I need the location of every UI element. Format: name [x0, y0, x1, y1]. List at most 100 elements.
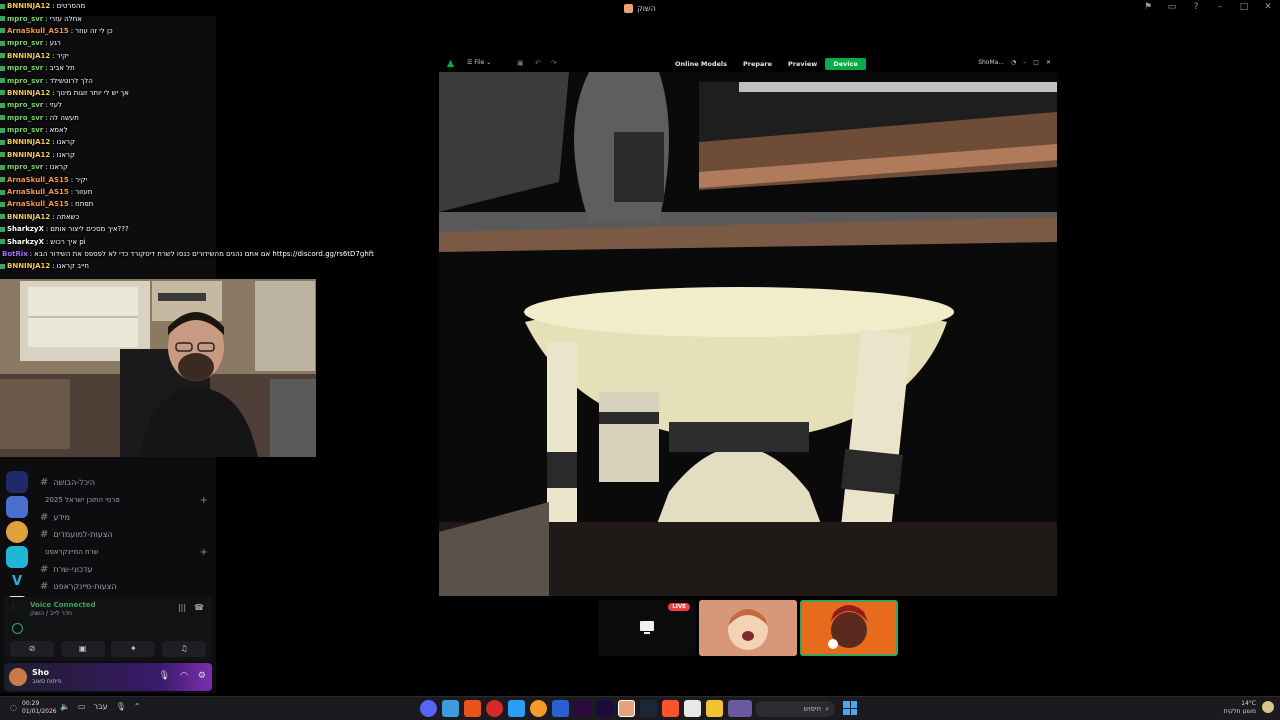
weather-widget[interactable]: 14°C מעונן חלקית: [1224, 700, 1256, 716]
share-screen-button[interactable]: ▣: [60, 641, 105, 657]
save-icon[interactable]: ▣: [517, 59, 524, 67]
display-icon[interactable]: ▭: [78, 702, 86, 711]
pin-icon[interactable]: ⚑: [1142, 2, 1154, 12]
chat-username[interactable]: BNNINJA12: [7, 89, 50, 97]
help-icon[interactable]: ?: [1190, 2, 1202, 12]
channel-item[interactable]: מידע #: [40, 509, 212, 526]
after-effects-icon[interactable]: [574, 700, 591, 717]
maximize-button[interactable]: □: [1238, 2, 1250, 12]
tray-chevron-icon[interactable]: ⌃: [134, 702, 141, 711]
tab-online-models[interactable]: Online Models: [667, 58, 735, 70]
tab-device[interactable]: Device: [825, 58, 866, 70]
app-icon[interactable]: [530, 700, 547, 717]
server-icon[interactable]: [6, 471, 28, 493]
app-icon[interactable]: [464, 700, 481, 717]
activities-button[interactable]: ✦: [111, 641, 156, 657]
server-icon[interactable]: [6, 496, 28, 518]
voice-status[interactable]: Voice Connected: [30, 601, 96, 609]
noise-suppression-icon[interactable]: |||: [178, 603, 186, 612]
minimize-button[interactable]: –: [1023, 59, 1026, 66]
chat-username[interactable]: BNNINJA12: [7, 52, 50, 60]
app-icon[interactable]: [728, 700, 752, 717]
channel-item[interactable]: עדכוני-שרת #: [40, 561, 212, 578]
category-item[interactable]: פרסי התוכן ישראל 2025 +: [40, 491, 212, 509]
chat-username[interactable]: SharkzyX: [7, 238, 44, 246]
chat-username[interactable]: BotRix: [2, 250, 28, 258]
server-icon[interactable]: V: [6, 571, 28, 593]
monitor-icon[interactable]: ▭: [1166, 2, 1178, 12]
chat-username[interactable]: BNNINJA12: [7, 213, 50, 221]
app-icon[interactable]: [442, 700, 459, 717]
language-indicator[interactable]: עבר: [94, 702, 108, 711]
headphones-icon[interactable]: ◠: [180, 671, 188, 681]
chat-username[interactable]: BNNINJA12: [7, 2, 50, 10]
chat-username[interactable]: SharkzyX: [7, 225, 44, 233]
chat-username[interactable]: mpro_svr: [7, 114, 43, 122]
soundboard-button[interactable]: ♫: [161, 641, 206, 657]
channel-item[interactable]: הצעות-מיינקראפט #: [40, 578, 212, 595]
chat-username[interactable]: ArnaSkull_AS15: [7, 176, 69, 184]
undo-icon[interactable]: ↶: [535, 59, 541, 67]
screen-share-tile[interactable]: LIVE: [598, 600, 696, 656]
chat-message: ArnaSkull_AS15: תפתח: [0, 198, 232, 210]
server-icon[interactable]: [6, 546, 28, 568]
app-icon[interactable]: [684, 700, 701, 717]
chat-username[interactable]: BNNINJA12: [7, 138, 50, 146]
app-icon[interactable]: [508, 700, 525, 717]
participant-tile-speaking[interactable]: [800, 600, 898, 656]
volume-icon[interactable]: 🔈: [60, 702, 70, 711]
redo-icon[interactable]: ↷: [551, 59, 557, 67]
voice-channel[interactable]: חדר לייב / השוק: [30, 610, 72, 617]
category-item[interactable]: שרת המיינקראפט +: [40, 543, 212, 561]
search-box[interactable]: חיפוש ⌕: [755, 701, 835, 717]
add-channel-icon[interactable]: +: [200, 495, 208, 506]
file-menu[interactable]: ☰ File ⌄: [467, 59, 491, 66]
username[interactable]: Sho: [32, 668, 49, 677]
premiere-icon[interactable]: [596, 700, 613, 717]
microphone-icon[interactable]: 🎙: [159, 671, 170, 681]
chat-username[interactable]: mpro_svr: [7, 101, 43, 109]
maximize-button[interactable]: □: [1033, 59, 1039, 66]
chat-username[interactable]: mpro_svr: [7, 77, 43, 85]
chat-username[interactable]: ArnaSkull_AS15: [7, 200, 69, 208]
soundboard-icon[interactable]: [12, 623, 23, 634]
app-icon[interactable]: [486, 700, 503, 717]
file-explorer-icon[interactable]: [706, 700, 723, 717]
minimize-button[interactable]: –: [1214, 2, 1226, 12]
chat-username[interactable]: ArnaSkull_AS15: [7, 27, 69, 35]
chat-username[interactable]: mpro_svr: [7, 64, 43, 72]
camera-off-button[interactable]: ⊘: [10, 641, 54, 657]
mic-tray-icon[interactable]: 🎙: [116, 702, 126, 711]
chat-username[interactable]: mpro_svr: [7, 39, 43, 47]
webcam-image: [0, 279, 316, 457]
clock[interactable]: 00:29 01/01/2026: [22, 700, 57, 716]
chat-username[interactable]: mpro_svr: [7, 163, 43, 171]
chat-username[interactable]: ArnaSkull_AS15: [7, 188, 69, 196]
chat-username[interactable]: BNNINJA12: [7, 262, 50, 270]
chat-message: BNNINJA12: כשאתה: [0, 211, 232, 223]
channel-item[interactable]: היכל-הבושה #: [40, 474, 212, 491]
app-icon[interactable]: [618, 700, 635, 717]
tab-prepare[interactable]: Prepare: [735, 58, 780, 70]
settings-icon[interactable]: ⚙: [198, 671, 206, 681]
server-icon[interactable]: [6, 521, 28, 543]
discord-app-icon[interactable]: [420, 700, 437, 717]
disconnect-icon[interactable]: ☎: [194, 603, 204, 612]
notification-icon[interactable]: ◌: [10, 703, 17, 712]
close-button[interactable]: ✕: [1262, 2, 1274, 12]
chat-username[interactable]: mpro_svr: [7, 15, 43, 23]
tab-preview[interactable]: Preview: [780, 58, 825, 70]
participant-tile[interactable]: [699, 600, 797, 656]
chat-username[interactable]: mpro_svr: [7, 126, 43, 134]
settings-icon[interactable]: ◔: [1011, 59, 1016, 66]
chat-username[interactable]: BNNINJA12: [7, 151, 50, 159]
avatar[interactable]: [9, 668, 27, 686]
add-channel-icon[interactable]: +: [200, 547, 208, 558]
brave-icon[interactable]: [662, 700, 679, 717]
app-icon[interactable]: [552, 700, 569, 717]
channel-item[interactable]: הצעות-למועמדים #: [40, 526, 212, 543]
close-button[interactable]: ✕: [1046, 59, 1051, 66]
start-button[interactable]: [843, 701, 857, 715]
steam-icon[interactable]: [640, 700, 657, 717]
account-label[interactable]: ShoMa...: [978, 59, 1004, 66]
